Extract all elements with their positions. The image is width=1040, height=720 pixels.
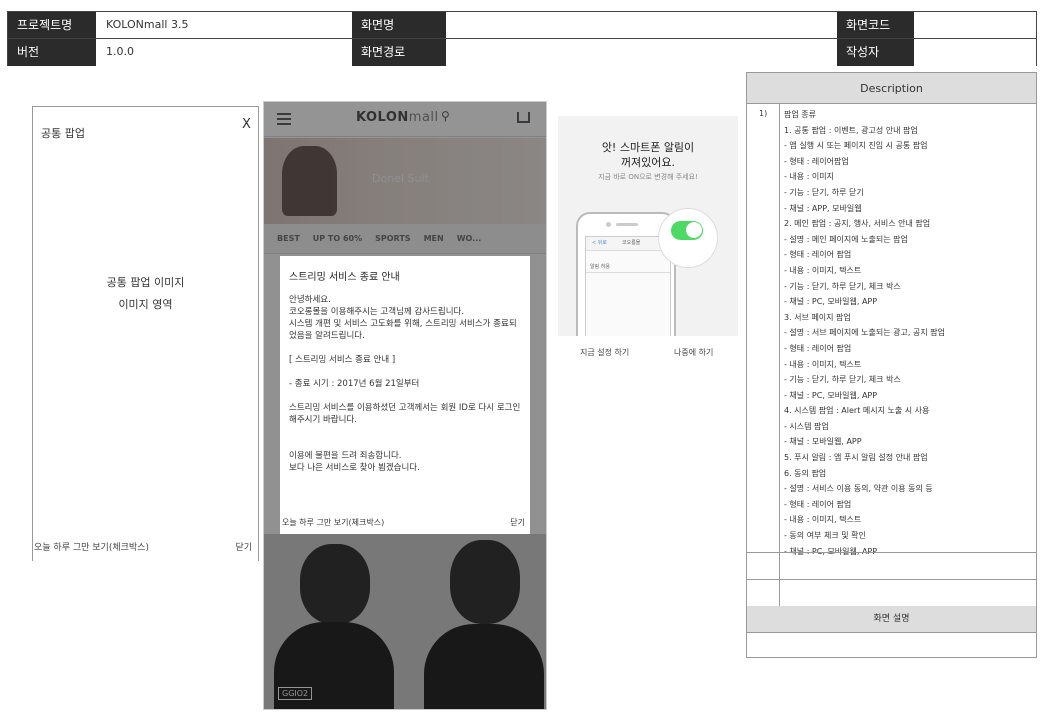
phone-speaker — [616, 223, 638, 226]
description-footer: 화면 설명 — [747, 606, 1036, 632]
description-line: 4. 시스템 팝업 : Alert 메시지 노출 시 사용 — [784, 406, 930, 416]
alert-title-line2: 꺼져있어요. — [620, 156, 676, 169]
project-name-label: 프로젝트명 — [8, 12, 96, 38]
description-line: - 내용 : 이미지, 텍스트 — [784, 265, 862, 275]
modal-paragraph: 스트리밍 서비스를 이용하셨던 고객께서는 회원 ID로 다시 로그인해주시기 … — [289, 403, 521, 425]
screen-code-value — [914, 12, 1036, 38]
modal-dont-show-today-checkbox[interactable]: 오늘 하루 그만 보기(체크박스) — [282, 517, 384, 528]
phone-camera — [606, 222, 611, 227]
author-value — [914, 39, 1036, 66]
modal-paragraph: 이용에 불편을 드려 죄송합니다. 보다 나은 서비스로 찾아 뵙겠습니다. — [289, 451, 420, 473]
description-line: - 형태 : 레이어 팝업 — [784, 250, 852, 260]
mobile-screen: KOLONmall ⚲ Donel Suit BEST UP TO 60% SP… — [263, 101, 547, 710]
alert-subtitle: 지금 바로 ON으로 변경해 주세요! — [598, 173, 698, 181]
common-popup-wireframe: 공통 팝업 X 공통 팝업 이미지 이미지 영역 오늘 하루 그만 보기(체크박… — [32, 106, 259, 561]
modal-paragraph: 안녕하세요. 코오롱몰을 이용해주시는 고객님께 감사드립니다. 시스템 개편 … — [289, 295, 517, 341]
dont-show-today-checkbox[interactable]: 오늘 하루 그만 보기(체크박스) — [34, 540, 149, 553]
modal-paragraph: [ 스트리밍 서비스 종료 안내 ] — [289, 355, 396, 365]
phone-back: < 뒤로 — [592, 240, 607, 246]
header-row-2: 버전 1.0.0 화면경로 작성자 — [8, 39, 1036, 66]
description-line: - 채널 : 모바일웹, APP — [784, 437, 862, 447]
description-line: - 내용 : 이미지, 텍스트 — [784, 515, 862, 525]
phone-screen: < 뒤로 코오롱몰 알림 허용 — [585, 236, 671, 336]
screen-name-label: 화면명 — [352, 12, 446, 38]
description-line: - 기능 : 닫기, 하루 닫기 — [784, 187, 864, 197]
description-line: - 동의 여부 체크 및 확인 — [784, 531, 866, 541]
description-line: - 채널 : APP, 모바일웹 — [784, 203, 862, 213]
row-divider — [747, 579, 1036, 580]
screen-path-label: 화면경로 — [352, 39, 446, 66]
description-line: 팝업 종류 — [784, 110, 816, 119]
later-button[interactable]: 나중에 하기 — [674, 347, 713, 358]
description-line: - 채널 : PC, 모바일웹, APP — [784, 390, 878, 400]
screen-path-value — [446, 39, 837, 66]
description-line: - 기능 : 닫기, 하루 닫기, 체크 박스 — [784, 281, 901, 291]
modal-title: 스트리밍 서비스 종료 안내 — [289, 272, 400, 283]
description-line: 3. 서브 페이지 팝업 — [784, 312, 851, 322]
close-icon[interactable]: X — [242, 117, 251, 132]
version-value: 1.0.0 — [96, 39, 352, 66]
description-heading: Description — [747, 73, 1036, 104]
column-divider — [779, 104, 780, 606]
description-text: 팝업 종류 1. 공통 팝업 : 이벤트, 광고성 안내 팝업 - 앱 실행 시… — [784, 107, 1034, 559]
description-line: 6. 동의 팝업 — [784, 468, 827, 478]
header-row-1: 프로젝트명 KOLONmall 3.5 화면명 화면코드 — [8, 12, 1036, 39]
popup-close-button[interactable]: 닫기 — [235, 540, 252, 553]
modal-body: 안녕하세요. 코오롱몰을 이용해주시는 고객님께 감사드립니다. 시스템 개편 … — [289, 294, 521, 486]
description-line: - 채널 : PC, 모바일웹, APP — [784, 297, 878, 307]
row-divider — [747, 552, 1036, 553]
description-line: - 내용 : 이미지 — [784, 172, 835, 182]
row-divider — [747, 632, 1036, 633]
toggle-knob — [686, 222, 702, 238]
description-line: - 설명 : 메인 페이지에 노출되는 팝업 — [784, 234, 908, 244]
description-line: - 시스템 팝업 — [784, 421, 829, 431]
description-line: 5. 푸시 알림 : 앱 푸시 알림 설정 안내 팝업 — [784, 453, 928, 463]
set-now-button[interactable]: 지금 설정 하기 — [580, 347, 629, 358]
popup-image-label: 공통 팝업 이미지 — [106, 276, 185, 289]
screen-code-label: 화면코드 — [837, 12, 914, 38]
description-line: - 형태 : 레이어팝업 — [784, 156, 849, 166]
description-line: 2. 메인 팝업 : 공지, 행사, 서비스 안내 팝업 — [784, 219, 931, 229]
description-number: 1) — [759, 109, 768, 118]
alert-title: 앗! 스마트폰 알림이 꺼져있어요. — [558, 140, 738, 170]
description-line: - 내용 : 이미지, 텍스트 — [784, 359, 862, 369]
project-name-value: KOLONmall 3.5 — [96, 12, 352, 38]
description-line: 1. 공통 팝업 : 이벤트, 광고성 안내 팝업 — [784, 125, 918, 135]
description-line: - 설명 : 서비스 이용 동의, 약관 이용 동의 등 — [784, 484, 933, 494]
modal-close-button[interactable]: 닫기 — [510, 517, 525, 528]
description-line: - 기능 : 닫기, 하루 닫기, 체크 박스 — [784, 375, 901, 385]
popup-image-area-label: 이미지 영역 — [118, 298, 173, 311]
phone-settings-row: 알림 허용 — [586, 261, 670, 273]
phone-title: 코오롱몰 — [622, 240, 641, 246]
popup-title: 공통 팝업 — [41, 127, 85, 140]
description-panel: Description 1) 팝업 종류 1. 공통 팝업 : 이벤트, 광고성… — [746, 72, 1037, 658]
modal-paragraph: - 종료 시기 : 2017년 6월 21일부터 — [289, 379, 420, 389]
push-alert-panel: 앗! 스마트폰 알림이 꺼져있어요. 지금 바로 ON으로 변경해 주세요! <… — [558, 116, 738, 336]
notice-modal: 스트리밍 서비스 종료 안내 안녕하세요. 코오롱몰을 이용해주시는 고객님께 … — [280, 256, 530, 534]
author-label: 작성자 — [837, 39, 914, 66]
spec-header-table: 프로젝트명 KOLONmall 3.5 화면명 화면코드 버전 1.0.0 화면… — [7, 11, 1037, 66]
description-line: - 형태 : 레이어 팝업 — [784, 343, 852, 353]
description-line: - 앱 실행 시 또는 페이지 진입 시 공통 팝업 — [784, 141, 928, 151]
phone-row-label: 알림 허용 — [590, 264, 610, 270]
version-label: 버전 — [8, 39, 96, 66]
description-line: - 형태 : 레이어 팝업 — [784, 499, 852, 509]
alert-title-line1: 앗! 스마트폰 알림이 — [601, 141, 695, 154]
description-line: - 설명 : 서브 페이지에 노출되는 광고, 공지 팝업 — [784, 328, 945, 338]
screen-name-value — [446, 12, 837, 38]
